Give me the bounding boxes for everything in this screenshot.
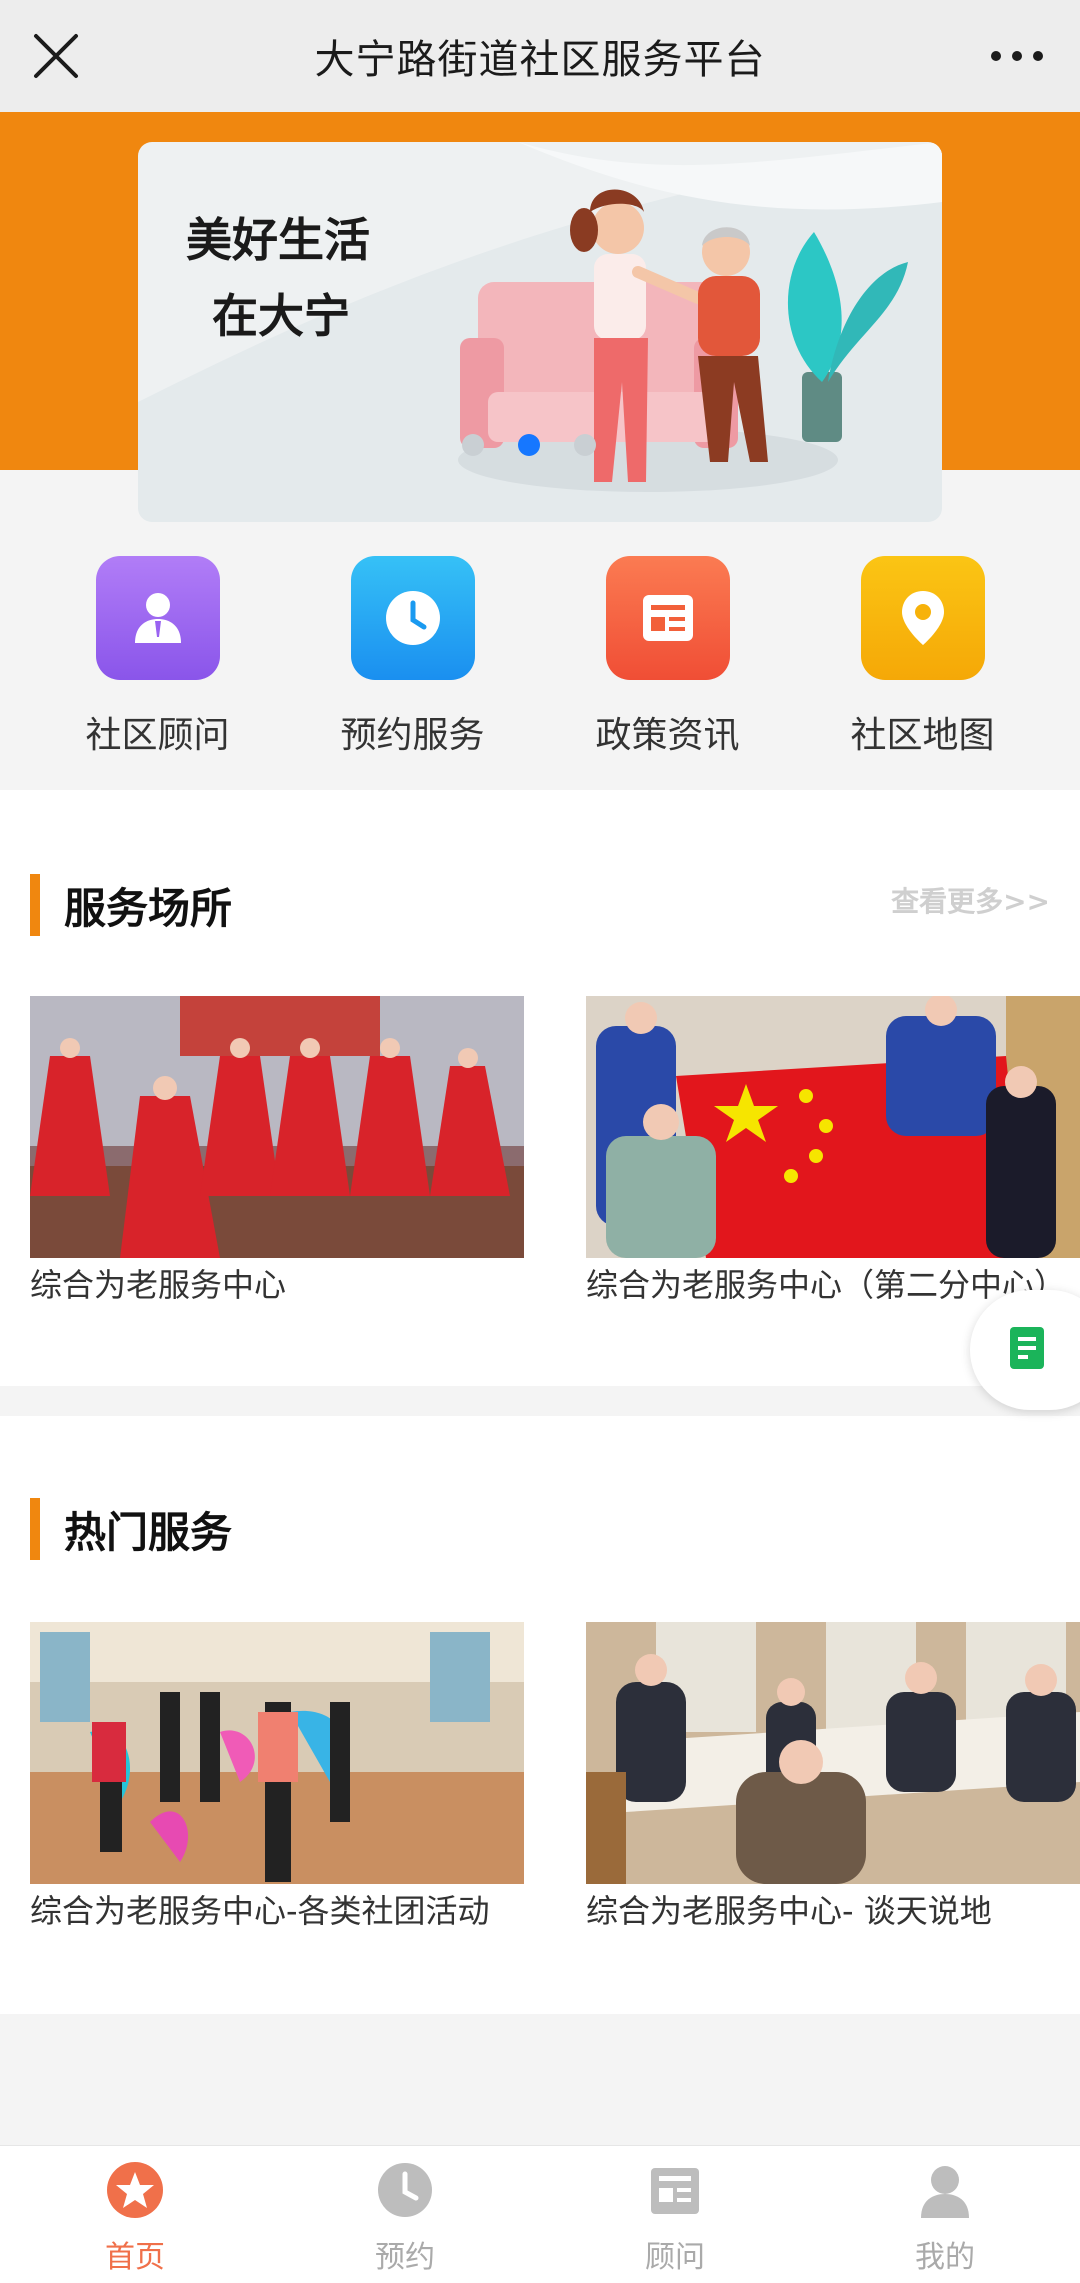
service-photo — [586, 1622, 1080, 1884]
service-photo — [30, 1622, 524, 1884]
venue-card[interactable]: 综合为老服务中心（第二分中心） — [586, 996, 1080, 1308]
quick-actions: 社区顾问 预约服务 政策资讯 社区地图 — [0, 540, 1080, 790]
service-card[interactable]: 综合为老服务中心- 谈天说地 — [586, 1622, 1080, 1934]
hot-services-section: 热门服务 综合为老服务中心-各类社团活动 综合为老服务中心- 谈天说地 — [0, 1416, 1080, 2014]
document-icon — [1010, 1327, 1044, 1373]
quick-item-label: 预约服务 — [340, 715, 485, 756]
title-bar: 大宁路街道社区服务平台 — [0, 0, 1080, 112]
section-header: 热门服务 — [30, 1498, 232, 1560]
tab-label: 首页 — [105, 2240, 165, 2275]
tab-booking[interactable]: 预约 — [270, 2146, 540, 2283]
quick-item-map[interactable]: 社区地图 — [795, 540, 1050, 790]
tab-home[interactable]: 首页 — [0, 2146, 270, 2283]
tab-consultant[interactable]: 顾问 — [540, 2146, 810, 2283]
news-icon — [645, 2160, 705, 2220]
tab-label: 我的 — [915, 2240, 975, 2275]
venue-card[interactable]: 综合为老服务中心 — [30, 996, 524, 1308]
venues-section: 服务场所 查看更多>> 综合为老服务中心 综合为老服务中心（第二分中心） — [0, 790, 1080, 1386]
more-icon[interactable] — [982, 26, 1052, 86]
venue-photo — [586, 996, 1080, 1258]
tab-label: 预约 — [375, 2240, 435, 2275]
news-icon — [605, 556, 730, 680]
section-header: 服务场所 — [30, 874, 232, 936]
quick-item-label: 社区地图 — [850, 715, 995, 756]
carousel-dot[interactable] — [574, 434, 596, 456]
carousel-dot-active[interactable] — [518, 434, 540, 456]
carousel-dot[interactable] — [462, 434, 484, 456]
tab-mine[interactable]: 我的 — [810, 2146, 1080, 2283]
banner-line-1: 美好生活 — [186, 213, 370, 267]
section-title: 热门服务 — [64, 1507, 233, 1557]
service-caption: 综合为老服务中心- 谈天说地 — [586, 1892, 992, 1930]
section-title: 服务场所 — [64, 883, 233, 933]
service-caption: 综合为老服务中心-各类社团活动 — [30, 1892, 490, 1930]
tab-label: 顾问 — [645, 2240, 705, 2275]
venue-photo — [30, 996, 524, 1258]
view-more-link[interactable]: 查看更多>> — [891, 880, 1050, 920]
quick-item-booking[interactable]: 预约服务 — [285, 540, 540, 790]
carousel-indicator — [462, 434, 596, 456]
section-accent-bar — [30, 1498, 40, 1560]
floating-document-button[interactable] — [970, 1290, 1080, 1410]
consultant-icon — [95, 556, 220, 680]
quick-item-label: 社区顾问 — [85, 715, 230, 756]
quick-item-label: 政策资讯 — [595, 715, 740, 756]
service-card[interactable]: 综合为老服务中心-各类社团活动 — [30, 1622, 524, 1934]
close-icon[interactable] — [26, 26, 86, 86]
section-accent-bar — [30, 874, 40, 936]
venue-caption: 综合为老服务中心 — [30, 1266, 287, 1304]
clock-icon — [350, 556, 475, 680]
bottom-tab-bar: 首页 预约 顾问 我的 — [0, 2145, 1080, 2283]
star-icon — [105, 2160, 165, 2220]
banner-line-2: 在大宁 — [212, 289, 350, 343]
quick-item-consultant[interactable]: 社区顾问 — [30, 540, 285, 790]
clock-icon — [375, 2160, 435, 2220]
banner-carousel[interactable]: 美好生活 在大宁 — [138, 142, 942, 522]
user-icon — [915, 2160, 975, 2220]
location-pin-icon — [860, 556, 985, 680]
page-title: 大宁路街道社区服务平台 — [314, 37, 766, 83]
quick-item-policy[interactable]: 政策资讯 — [540, 540, 795, 790]
